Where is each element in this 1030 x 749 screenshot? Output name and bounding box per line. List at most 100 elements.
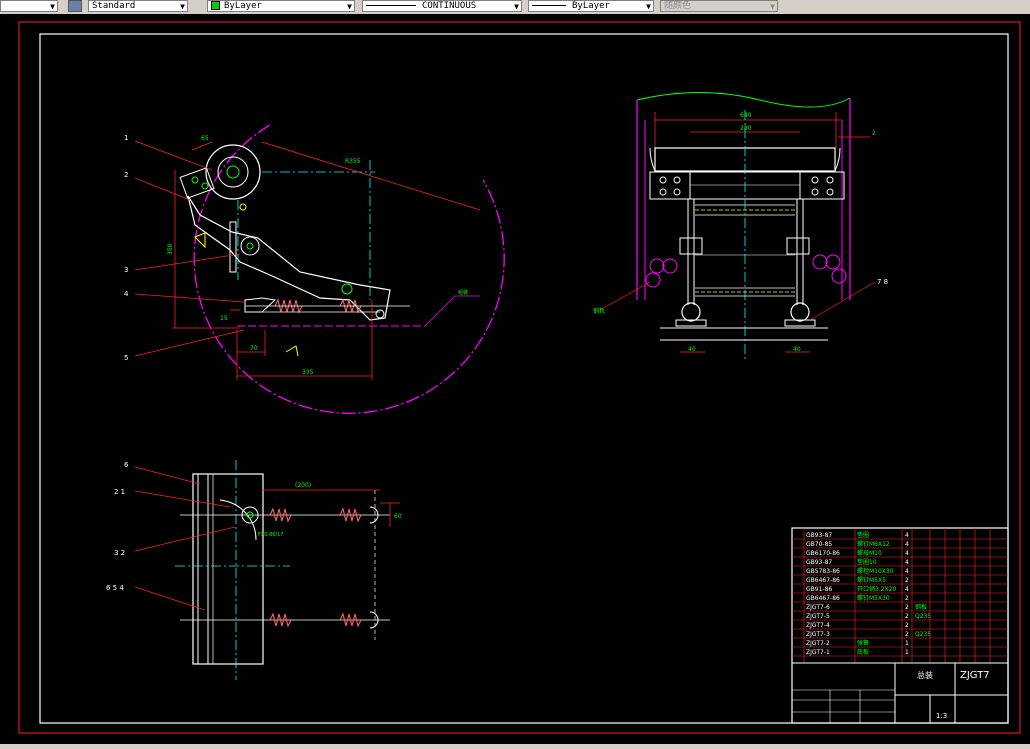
plotstyle-value: 随颜色	[664, 1, 692, 11]
part-label: 1	[124, 134, 128, 142]
part-code: ZJGT7-5	[806, 613, 830, 620]
part-qty: 4	[905, 550, 909, 557]
part-code: GB6467-86	[806, 577, 840, 584]
part-label: 4	[124, 290, 129, 298]
part-label: 6 5 4	[106, 584, 124, 592]
part-code: ZJGT7-4	[806, 622, 830, 629]
part-qty: 2	[905, 604, 909, 611]
part-name: 螺母M10	[857, 549, 882, 557]
part-name: 螺栓M10X30	[857, 567, 894, 575]
chevron-down-icon[interactable]: ▼	[347, 1, 352, 11]
text-style-combo[interactable]: Standard ▼	[88, 0, 188, 12]
dim-text: 15	[220, 315, 228, 322]
dim-text: 65	[201, 135, 209, 142]
part-code: GB6170-86	[806, 550, 840, 557]
part-label: 5	[124, 354, 128, 362]
part-code: GB70-85	[806, 541, 832, 548]
part-qty: 2	[905, 595, 909, 602]
lineweight-combo[interactable]: ByLayer ▼	[528, 0, 654, 12]
chevron-down-icon: ▼	[770, 2, 775, 11]
properties-toolbar: ▼ Standard ▼ ByLayer ▼ CONTINUOUS ▼ ByLa…	[0, 0, 1030, 15]
label-text: 钢轨	[593, 307, 605, 315]
drawing-canvas[interactable]: 1 2 3 4 5 65 R355 350 15 70 335 组装 640 2…	[0, 14, 1030, 744]
linetype-combo[interactable]: CONTINUOUS ▼	[362, 0, 522, 12]
dim-text: 335	[302, 369, 314, 376]
line-sample-icon	[532, 5, 566, 6]
dim-text: 280	[740, 125, 752, 132]
dim-text: (200)	[295, 482, 311, 489]
lineweight-value: ByLayer	[572, 1, 610, 11]
chevron-down-icon[interactable]: ▼	[180, 1, 185, 11]
linetype-value: CONTINUOUS	[422, 1, 477, 11]
part-name: 弹簧	[857, 639, 869, 647]
part-mat: Q235	[915, 631, 931, 638]
part-qty: 2	[905, 622, 909, 629]
part-code: ZJGT7-1	[806, 649, 830, 656]
line-sample-icon	[366, 5, 416, 6]
scale-text: 1:3	[936, 712, 947, 720]
part-qty: 4	[905, 532, 909, 539]
color-value: ByLayer	[224, 1, 262, 11]
part-code: GB93-87	[806, 532, 832, 539]
dim-text: 2	[872, 130, 876, 137]
color-combo[interactable]: ByLayer ▼	[207, 0, 355, 12]
part-label: 2	[124, 171, 128, 179]
part-qty: 2	[905, 577, 909, 584]
dim-text: 640	[740, 112, 752, 119]
cad-drawing[interactable]: 1 2 3 4 5 65 R355 350 15 70 335 组装 640 2…	[0, 14, 1030, 744]
part-name: 螺钉M5X5	[857, 576, 886, 584]
part-code: GB5783-86	[806, 568, 840, 575]
drawing-number: ZJGT7	[960, 670, 990, 681]
part-qty: 1	[905, 649, 909, 656]
part-code: GB6467-86	[806, 595, 840, 602]
note-text: 组装	[458, 289, 468, 296]
dim-text: R355	[345, 158, 361, 165]
chevron-down-icon[interactable]: ▼	[50, 1, 55, 11]
chevron-down-icon[interactable]: ▼	[514, 1, 519, 11]
part-code: GB91-86	[806, 586, 832, 593]
part-name: 螺钉M6X12	[857, 540, 890, 548]
part-qty: 2	[905, 613, 909, 620]
part-qty: 4	[905, 586, 909, 593]
part-mat: Q235	[915, 613, 931, 620]
layer-color-swatch-icon	[211, 1, 220, 10]
part-qty: 4	[905, 568, 909, 575]
part-label: 2 1	[114, 488, 125, 496]
dim-text: 40	[688, 346, 696, 353]
part-code: ZJGT7-2	[806, 640, 830, 647]
chevron-down-icon[interactable]: ▼	[646, 1, 651, 11]
part-label: 6	[124, 461, 129, 469]
top-view: 6 2 1 3 2 6 5 4 (200) 60 FX0.86/17	[106, 460, 402, 680]
note-text: FX0.86/17	[258, 532, 283, 538]
part-name: 垫圈	[857, 531, 869, 539]
part-label: 3	[124, 266, 128, 274]
part-name: 开口销3.2X20	[857, 585, 896, 593]
part-mat: 钢板	[915, 603, 927, 611]
text-style-value: Standard	[92, 1, 136, 11]
dim-text: 350	[167, 243, 174, 255]
part-code: ZJGT7-3	[806, 631, 830, 638]
part-qty: 4	[905, 541, 909, 548]
dim-text: 60	[394, 513, 402, 520]
part-qty: 4	[905, 559, 909, 566]
side-view: 1 2 3 4 5 65 R355 350 15 70 335 组装	[124, 124, 505, 414]
part-code: GB93-87	[806, 559, 832, 566]
part-code: ZJGT7-6	[806, 604, 830, 611]
previous-combo[interactable]: ▼	[0, 0, 58, 12]
part-name: 底板	[857, 648, 869, 656]
title-name: 总装	[917, 670, 933, 680]
parts-list: GB93-87 垫圈 4 GB70-85 螺钉M6X12 4 GB6170-86 螺母M10 4…	[792, 528, 1008, 663]
dim-text: 70	[250, 345, 258, 352]
sheet-border	[18, 21, 1021, 734]
text-style-icon[interactable]	[68, 0, 82, 12]
label-text: 7 8	[877, 278, 888, 286]
plotstyle-combo: 随颜色 ▼	[660, 0, 778, 12]
part-qty: 2	[905, 631, 909, 638]
part-qty: 1	[905, 640, 909, 647]
front-view: 640 280 2 40 40 钢轨 7 8	[593, 92, 888, 360]
part-name: 螺钉M5X30	[857, 594, 890, 602]
title-block: GB93-87 垫圈 4 GB70-85 螺钉M6X12 4 GB6170-86 螺母M10 4…	[791, 527, 1009, 724]
part-label: 3 2	[114, 549, 125, 557]
dim-text: 40	[793, 346, 801, 353]
part-name: 垫圈10	[857, 558, 877, 566]
